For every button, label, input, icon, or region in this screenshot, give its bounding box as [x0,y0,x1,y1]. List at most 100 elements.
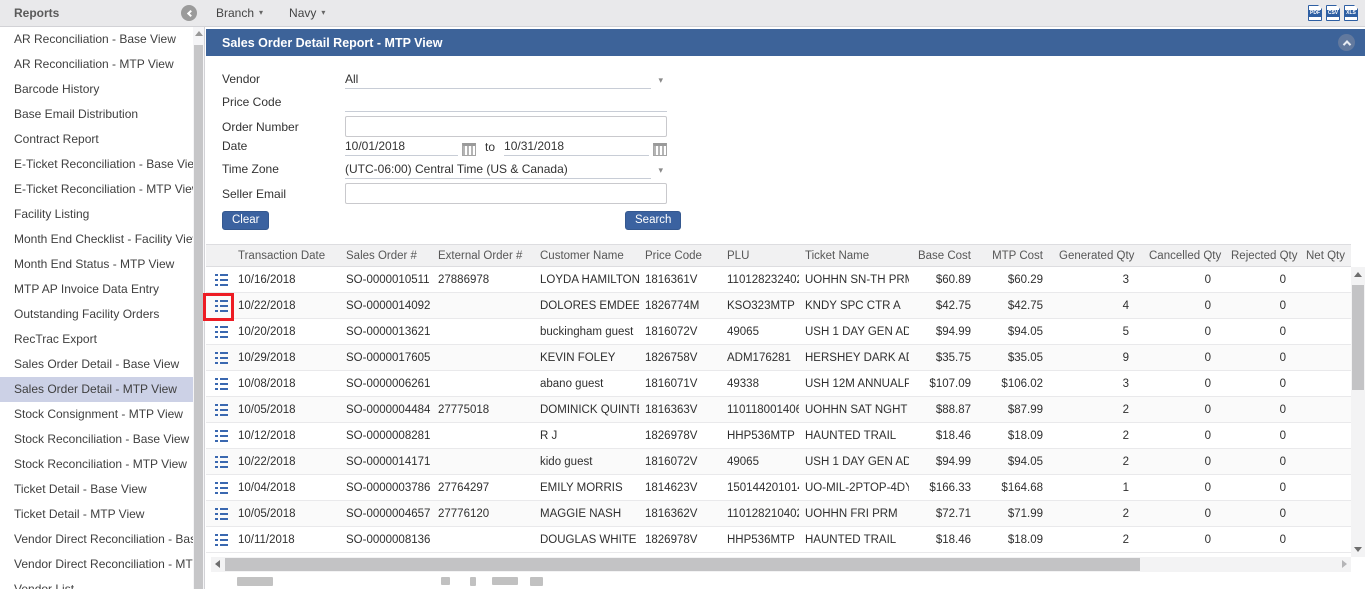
table-cell: 110118001406 [721,404,799,416]
sidebar-item[interactable]: Barcode History [0,77,193,102]
sidebar-item[interactable]: E-Ticket Reconciliation - Base View [0,152,193,177]
calendar-icon[interactable] [653,143,667,156]
calendar-icon[interactable] [462,143,476,156]
date-to-input[interactable] [504,139,649,156]
row-detail-menu-icon[interactable] [215,404,228,416]
sidebar-scrollbar[interactable] [193,27,204,589]
sidebar-item[interactable]: E-Ticket Reconciliation - MTP View [0,177,193,202]
horizontal-scrollbar-thumb[interactable] [225,558,1140,571]
scroll-up-arrow-icon[interactable] [195,31,203,36]
icon-dots [215,404,218,416]
column-header[interactable]: Rejected Qty [1225,250,1300,262]
sidebar-item[interactable]: Ticket Detail - MTP View [0,502,193,527]
sidebar-item[interactable]: Stock Consignment - MTP View [0,402,193,427]
icon-dots [215,300,218,312]
scroll-left-arrow-icon[interactable] [215,560,220,568]
column-header[interactable]: Transaction Date [232,250,340,262]
sidebar-item[interactable]: Sales Order Detail - Base View [0,352,193,377]
sidebar-item[interactable]: Vendor Direct Reconciliation - MTP Vie [0,552,193,577]
row-detail-menu-icon[interactable] [215,508,228,520]
table-cell: UO-MIL-2PTOP-4DY A [799,482,909,494]
xls-icon-label: XLS [1345,10,1357,17]
sidebar-item[interactable]: Sales Order Detail - MTP View [0,377,193,402]
seller-email-input[interactable] [345,183,667,204]
sidebar-item-partial[interactable]: Vendor List [0,577,193,589]
sidebar-item[interactable]: AR Reconciliation - Base View [0,27,193,52]
csv-icon-label: CSV [1327,10,1339,17]
row-detail-menu-icon[interactable] [215,352,228,364]
column-header[interactable]: Customer Name [534,250,639,262]
table-cell: 0 [1143,508,1225,520]
sidebar-item[interactable]: Ticket Detail - Base View [0,477,193,502]
clear-button[interactable]: Clear [222,211,269,230]
collapse-panel-button[interactable] [1338,34,1355,51]
icon-lines [220,378,228,390]
sidebar-scrollbar-thumb[interactable] [194,45,203,589]
row-detail-menu-icon[interactable] [215,300,228,312]
row-detail-menu-icon[interactable] [215,378,228,390]
column-header[interactable]: MTP Cost [981,250,1053,262]
export-xls-icon[interactable]: XLS [1344,5,1358,21]
table-cell: 10/12/2018 [232,430,340,442]
location-menu[interactable]: Navy ▾ [289,6,325,20]
table-cell: DOLORES EMDEE [534,300,639,312]
sidebar-item[interactable]: Stock Reconciliation - MTP View [0,452,193,477]
column-header[interactable]: Base Cost [909,250,981,262]
column-header[interactable]: Sales Order # [340,250,432,262]
column-header[interactable]: Price Code [639,250,721,262]
order-number-input[interactable] [345,116,667,137]
table-vertical-scrollbar[interactable] [1351,267,1365,557]
table-row: 10/08/2018SO-0000006261abano guest181607… [206,371,1351,397]
export-csv-icon[interactable]: CSV [1326,5,1340,21]
table-cell: $94.05 [981,326,1053,338]
row-icon-cell [206,300,232,312]
export-pdf-icon[interactable]: PDF [1308,5,1322,21]
column-header[interactable]: Net Qty [1300,250,1347,262]
scroll-down-arrow-icon[interactable] [1354,547,1362,552]
sidebar-item[interactable]: Contract Report [0,127,193,152]
price-code-input[interactable] [345,95,667,112]
icon-lines [220,300,228,312]
scroll-right-arrow-icon[interactable] [1342,560,1347,568]
table-horizontal-scrollbar[interactable] [211,557,1351,572]
row-detail-menu-icon[interactable] [215,326,228,338]
search-button[interactable]: Search [625,211,681,230]
row-detail-menu-icon[interactable] [215,482,228,494]
vertical-scrollbar-thumb[interactable] [1352,285,1364,390]
column-header[interactable]: Generated Qty [1053,250,1143,262]
row-detail-menu-icon[interactable] [215,456,228,468]
sidebar-item[interactable]: Month End Status - MTP View [0,252,193,277]
column-header[interactable]: Cancelled Qty [1143,250,1225,262]
column-header[interactable]: PLU [721,250,799,262]
chevron-down-icon: ▾ [658,165,663,176]
row-detail-menu-icon[interactable] [215,534,228,546]
sidebar-item[interactable]: AR Reconciliation - MTP View [0,52,193,77]
branch-menu[interactable]: Branch ▾ [216,6,263,20]
table-cell: KEVIN FOLEY [534,352,639,364]
row-detail-menu-icon[interactable] [215,430,228,442]
sidebar-item[interactable]: Outstanding Facility Orders [0,302,193,327]
vendor-select[interactable]: All ▾ [345,72,651,89]
column-header[interactable]: Ticket Name [799,250,909,262]
table-row: 10/16/2018SO-000001051127886978LOYDA HAM… [206,267,1351,293]
chevron-left-icon [186,9,193,16]
column-header[interactable]: External Order # [432,250,534,262]
sidebar-item[interactable]: Vendor Direct Reconciliation - Base Vi [0,527,193,552]
table-cell: 0 [1225,326,1300,338]
table-cell: SO-0000003786 [340,482,432,494]
scroll-up-arrow-icon[interactable] [1354,272,1362,277]
sidebar-item[interactable]: Stock Reconciliation - Base View [0,427,193,452]
time-zone-select[interactable]: (UTC-06:00) Central Time (US & Canada) ▾ [345,162,651,179]
sidebar-item[interactable]: Facility Listing [0,202,193,227]
row-detail-menu-icon[interactable] [215,274,228,286]
table-cell: 5 [1053,326,1143,338]
collapse-sidebar-button[interactable] [181,5,197,21]
sidebar-item[interactable]: MTP AP Invoice Data Entry [0,277,193,302]
sidebar-item[interactable]: Month End Checklist - Facility View [0,227,193,252]
date-from-input[interactable] [345,139,458,156]
table-cell: abano guest [534,378,639,390]
sidebar-item[interactable]: Base Email Distribution [0,102,193,127]
sidebar-item[interactable]: RecTrac Export [0,327,193,352]
table-cell: $35.75 [909,352,981,364]
row-icon-cell [206,404,232,416]
